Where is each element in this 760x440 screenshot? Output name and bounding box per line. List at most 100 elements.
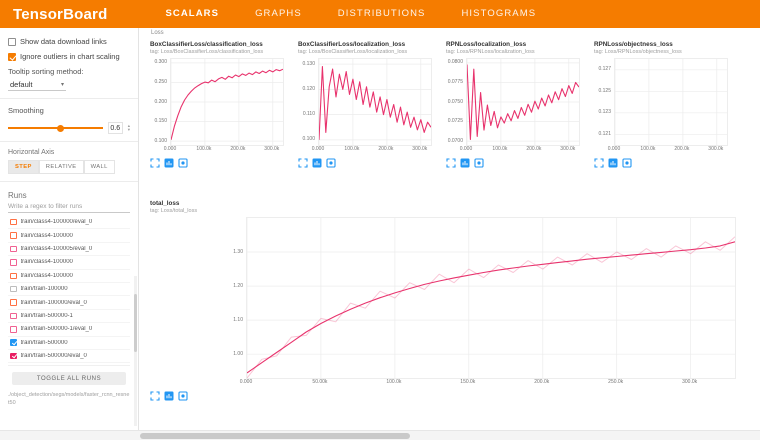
run-label: train/train-100000 [21,286,68,292]
chart-settings-icon[interactable] [164,391,174,401]
fullscreen-icon[interactable] [594,158,604,168]
run-checkbox[interactable] [10,246,17,253]
pin-icon[interactable] [178,158,188,168]
run-label: train/class4-100000/eval_0 [21,219,93,225]
run-row[interactable]: train/class4-100005/eval_0 [8,243,130,256]
x-axis-labels: 0.000100.0k200.0k300.0k [318,146,440,153]
fullscreen-icon[interactable] [150,391,160,401]
run-label: train/class4-100000 [21,273,73,279]
x-tick-label: 0.000 [453,146,479,152]
x-tick-label: 150.0k [455,379,481,385]
x-tick-label: 50.00k [307,379,333,385]
nav-tab-graphs[interactable]: GRAPHS [255,0,302,28]
tooltip-sorting-select[interactable]: default ▾ [8,78,66,91]
run-row[interactable]: train/class4-100000/eval_0 [8,216,130,229]
fullscreen-icon[interactable] [150,158,160,168]
run-label: train/train-500000/eval_0 [21,353,87,359]
line-chart-plot[interactable] [318,58,432,146]
y-tick-label: 0.150 [154,118,167,124]
smoothing-value[interactable]: 0.6 [108,122,123,134]
chart-toolbar [150,158,292,168]
horizontal-axis-buttons: STEPRELATIVEWALL [8,160,130,174]
run-checkbox[interactable] [10,273,17,280]
chart-tag: tag: Loss/BoxClassifierLoss/localization… [298,49,440,55]
chart-settings-icon[interactable] [460,158,470,168]
runs-filter-input[interactable] [8,200,130,213]
y-tick-label: 0.123 [598,109,611,115]
small-charts-row: BoxClassifierLoss/classification_loss ta… [150,41,736,168]
nav-tab-distributions[interactable]: DISTRIBUTIONS [338,0,426,28]
run-row[interactable]: train/class4-100000 [8,270,130,283]
pin-icon[interactable] [622,158,632,168]
ignore-outliers-option[interactable]: Ignore outliers in chart scaling [8,52,130,61]
x-tick-label: 250.0k [603,379,629,385]
run-row[interactable]: train/train-500000 [8,337,130,350]
axis-button-step[interactable]: STEP [8,160,39,174]
run-checkbox[interactable] [10,339,17,346]
run-label: train/train-100000/eval_0 [21,300,87,306]
nav-tab-histograms[interactable]: HISTOGRAMS [461,0,536,28]
y-tick-label: 0.120 [302,86,315,92]
charts-panel: Loss BoxClassifierLoss/classification_lo… [140,28,760,430]
chart-card-classification-loss: BoxClassifierLoss/classification_loss ta… [150,41,292,168]
pin-icon[interactable] [178,391,188,401]
horizontal-scrollbar[interactable] [0,430,760,440]
run-row[interactable]: train/train-100000 [8,283,130,296]
run-row[interactable]: train/class4-100000 [8,229,130,242]
toggle-all-runs-button[interactable]: TOGGLE ALL RUNS [12,372,127,385]
scrollbar-thumb[interactable] [140,433,410,439]
chart-toolbar [150,391,746,401]
line-chart-plot[interactable] [466,58,580,146]
spinner-down-icon[interactable]: ▾ [128,128,130,132]
axis-button-relative[interactable]: RELATIVE [39,160,84,174]
run-checkbox[interactable] [10,299,17,306]
run-checkbox[interactable] [10,326,17,333]
run-label: train/class4-100005/eval_0 [21,246,93,252]
line-chart-plot[interactable] [246,217,736,379]
run-checkbox[interactable] [10,219,17,226]
run-row[interactable]: train/class4-100000 [8,256,130,269]
run-row[interactable]: train/train-100000/eval_0 [8,296,130,309]
divider [0,98,138,99]
horizontal-axis-label: Horizontal Axis [8,149,130,156]
run-checkbox[interactable] [10,286,17,293]
run-list-scrollbar[interactable] [134,276,137,426]
chart-settings-icon[interactable] [164,158,174,168]
smoothing-spinner[interactable]: ▴ ▾ [128,124,130,131]
pin-icon[interactable] [326,158,336,168]
slider-thumb[interactable] [57,125,64,132]
chart-toolbar [446,158,588,168]
chart-settings-icon[interactable] [608,158,618,168]
y-tick-label: 0.0700 [448,138,463,144]
ignore-outliers-checkbox[interactable] [8,53,16,61]
line-chart-plot[interactable] [170,58,284,146]
run-row[interactable]: train/train-500000/eval_0 [8,350,130,363]
run-checkbox[interactable] [10,259,17,266]
fullscreen-icon[interactable] [446,158,456,168]
fullscreen-icon[interactable] [298,158,308,168]
y-tick-label: 0.100 [302,136,315,142]
y-tick-label: 0.110 [303,111,315,117]
y-tick-label: 0.100 [154,138,167,144]
run-row[interactable]: train/train-500000-1 [8,310,130,323]
run-list: train/class4-100000/eval_0 train/class4-1… [8,216,130,366]
x-tick-label: 200.0k [669,146,695,152]
axis-button-wall[interactable]: WALL [84,160,115,174]
pin-icon[interactable] [474,158,484,168]
run-checkbox[interactable] [10,313,17,320]
line-chart-plot[interactable] [614,58,728,146]
x-tick-label: 100.0k [191,146,217,152]
show-download-links-option[interactable]: Show data download links [8,37,130,46]
chart-card-total-loss: total_loss tag: Loss/total_loss 1.001.10… [150,200,746,401]
run-checkbox[interactable] [10,353,17,360]
chart-settings-icon[interactable] [312,158,322,168]
divider [0,181,138,182]
x-tick-label: 100.0k [487,146,513,152]
show-download-checkbox[interactable] [8,38,16,46]
run-label: train/train-500000-1/eval_0 [21,326,93,332]
smoothing-slider[interactable] [8,127,103,129]
run-checkbox[interactable] [10,232,17,239]
run-row[interactable]: train/train-500000-1/eval_0 [8,323,130,336]
nav-tab-scalars[interactable]: SCALARS [165,0,219,28]
y-tick-label: 1.20 [233,283,243,289]
